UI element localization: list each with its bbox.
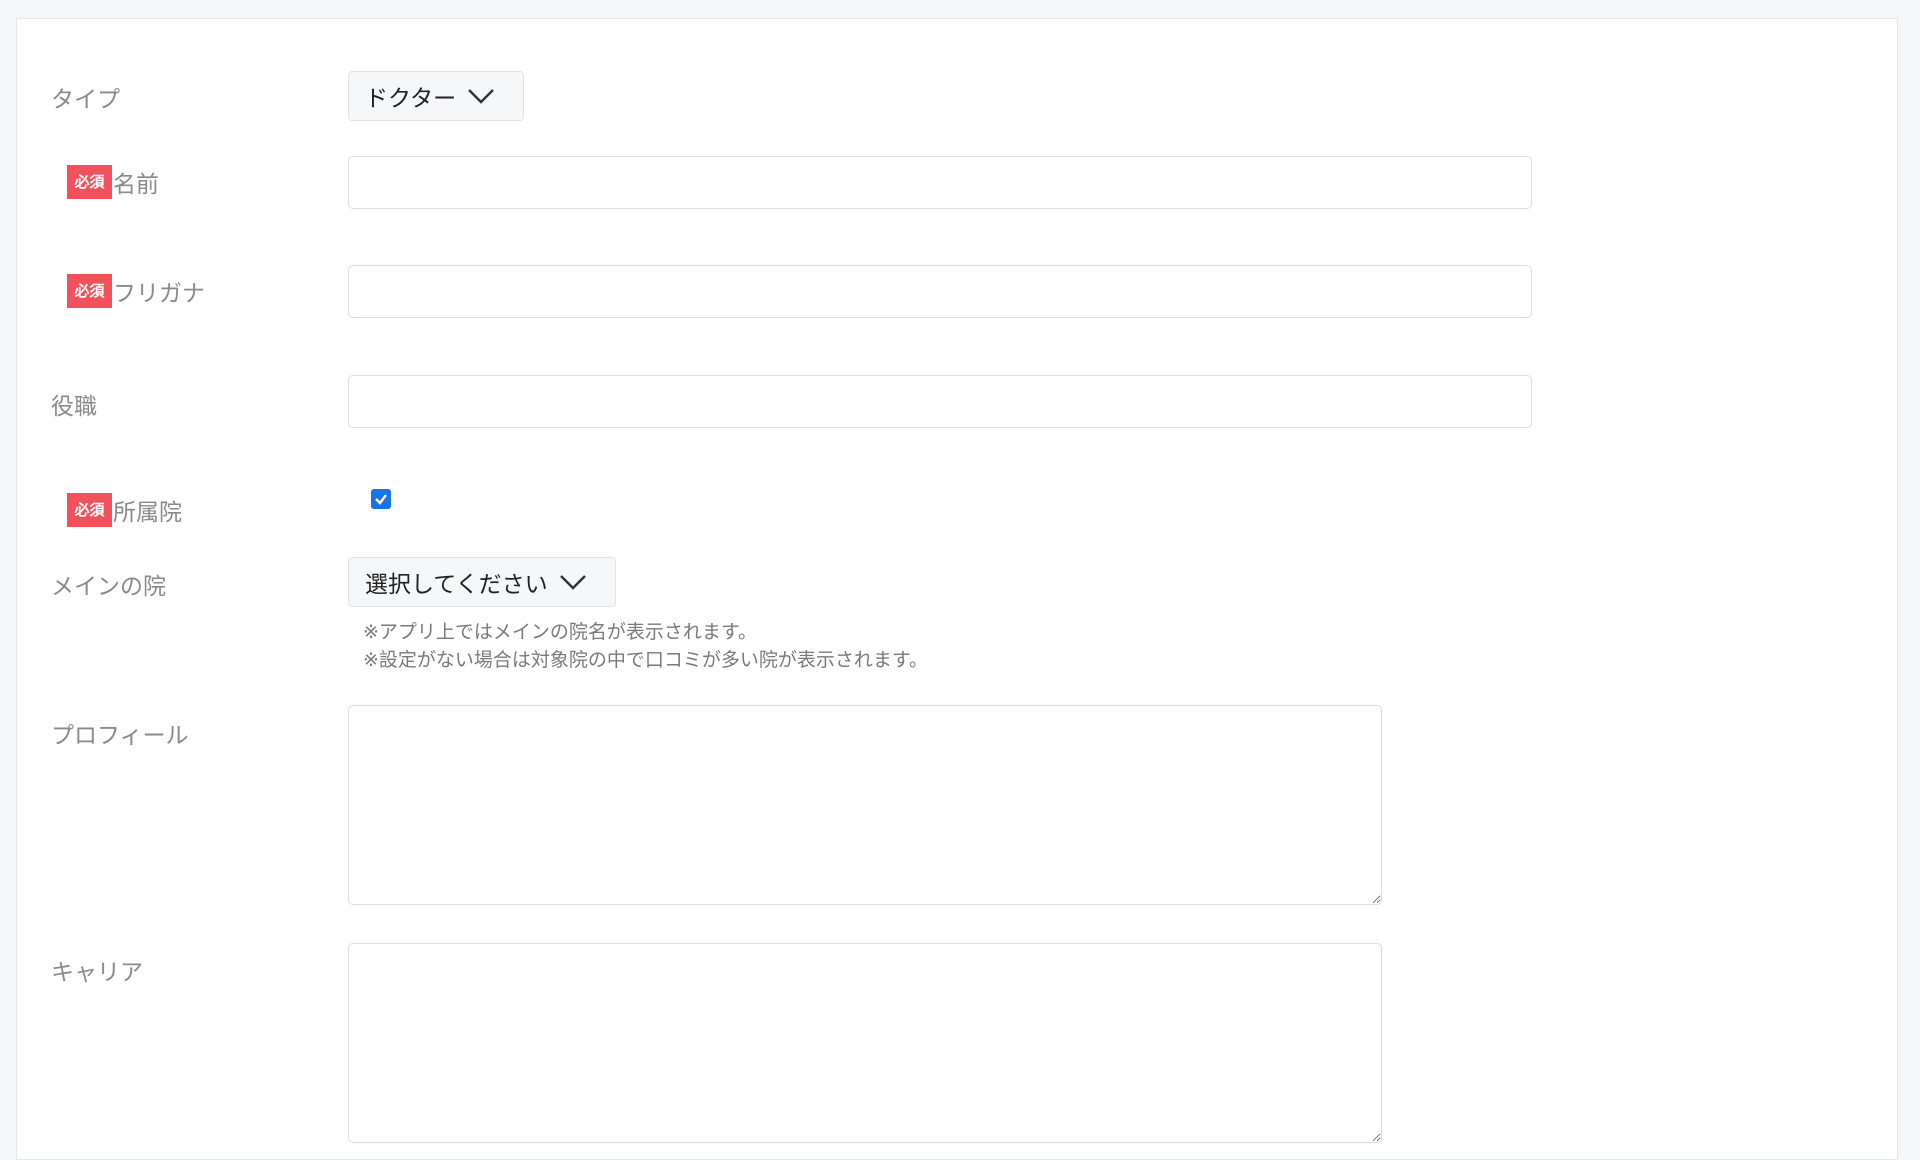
furigana-label: 必須 フリガナ	[67, 274, 205, 308]
name-label-text: 名前	[113, 172, 159, 198]
required-badge: 必須	[67, 493, 112, 527]
clinic-checkbox[interactable]	[371, 489, 391, 509]
clinic-label-text: 所属院	[113, 500, 182, 526]
name-label: 必須 名前	[67, 165, 159, 199]
furigana-input[interactable]	[348, 265, 1532, 318]
main-clinic-select-value: 選択してください	[365, 572, 548, 598]
career-label: キャリア	[51, 960, 143, 986]
position-input[interactable]	[348, 375, 1532, 428]
profile-textarea[interactable]	[348, 705, 1382, 905]
chevron-down-icon	[468, 89, 494, 104]
furigana-label-text: フリガナ	[113, 281, 205, 307]
main-clinic-note-2: ※設定がない場合は対象院の中で口コミが多い院が表示されます。	[363, 649, 929, 671]
check-icon	[375, 494, 387, 505]
career-textarea[interactable]	[348, 943, 1382, 1143]
main-clinic-note-1: ※アプリ上ではメインの院名が表示されます。	[363, 621, 758, 643]
type-label: タイプ	[51, 87, 120, 113]
main-clinic-label: メインの院	[51, 574, 166, 600]
chevron-down-icon	[559, 575, 586, 590]
type-select-value: ドクター	[365, 86, 457, 112]
position-label: 役職	[51, 394, 97, 420]
main-clinic-select[interactable]: 選択してください	[348, 557, 616, 607]
clinic-label: 必須 所属院	[67, 493, 182, 527]
type-select[interactable]: ドクター	[348, 71, 524, 121]
required-badge: 必須	[67, 274, 112, 308]
profile-label: プロフィール	[51, 723, 189, 749]
required-badge: 必須	[67, 165, 112, 199]
name-input[interactable]	[348, 156, 1532, 209]
